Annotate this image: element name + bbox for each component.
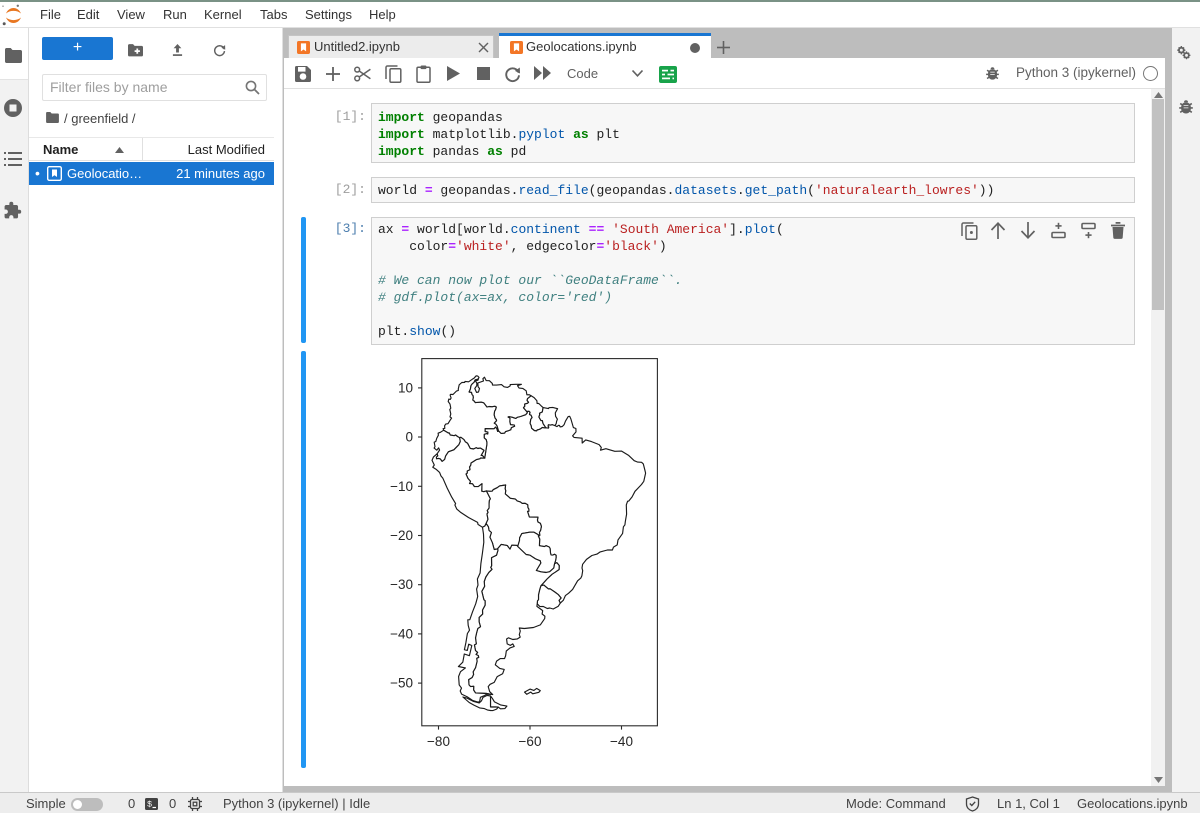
svg-text:−40: −40: [610, 734, 633, 749]
svg-text:10: 10: [398, 380, 413, 395]
svg-text:−10: −10: [390, 479, 413, 494]
svg-text:$: $: [147, 800, 152, 810]
svg-text:−80: −80: [427, 734, 450, 749]
svg-text:0: 0: [405, 430, 413, 445]
svg-text:−40: −40: [390, 626, 413, 641]
svg-text:−50: −50: [390, 676, 413, 691]
svg-text:−20: −20: [390, 528, 413, 543]
svg-text:−30: −30: [390, 577, 413, 592]
svg-text:−60: −60: [519, 734, 542, 749]
